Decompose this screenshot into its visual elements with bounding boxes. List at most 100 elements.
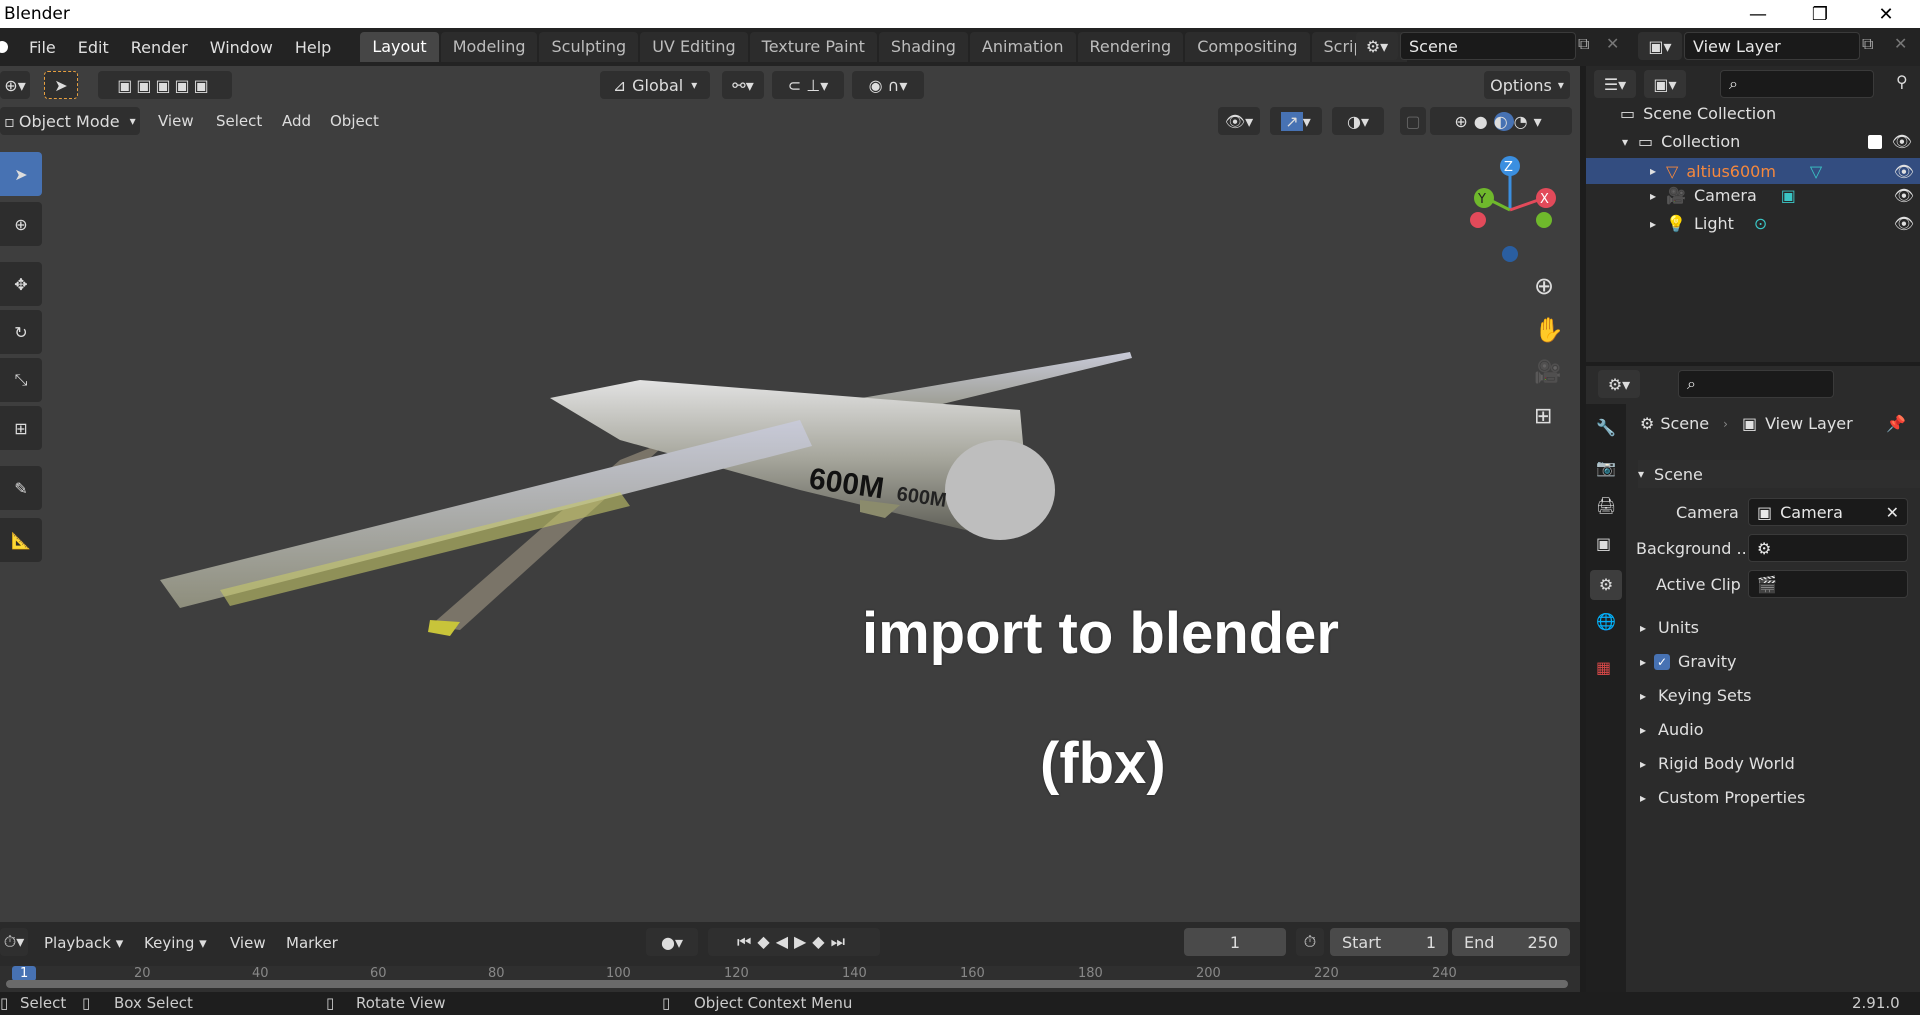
current-frame-field[interactable]: 1 xyxy=(1184,928,1286,956)
scene-panel-header[interactable]: ▾ Scene xyxy=(1638,460,1920,488)
close-window-button[interactable]: ✕ xyxy=(1866,0,1906,28)
panel-rigid-body-world[interactable]: ▸ Rigid Body World xyxy=(1640,754,1795,773)
current-frame-marker[interactable]: 1 xyxy=(12,966,37,981)
render-tab-icon[interactable]: 📷 xyxy=(1596,458,1616,477)
playback-controls[interactable]: ⏮◆◀▶◆⏭ xyxy=(708,928,880,956)
visibility-icon[interactable]: 👁▾ xyxy=(1218,107,1260,135)
active-clip-field[interactable]: 🎬 xyxy=(1748,570,1908,598)
outliner-scene-collection[interactable]: ▭ Scene Collection xyxy=(1620,104,1776,123)
options-dropdown[interactable]: Options ▾ xyxy=(1484,71,1570,99)
tab-texture-paint[interactable]: Texture Paint xyxy=(749,32,877,62)
outliner-collection[interactable]: ▾ ▭ Collection 👁 xyxy=(1622,132,1912,151)
tab-animation[interactable]: Animation xyxy=(969,32,1076,62)
tab-layout[interactable]: Layout xyxy=(360,32,439,62)
transform-orientation-dropdown[interactable]: ⊿ Global ▾ xyxy=(600,71,710,99)
gravity-checkbox[interactable]: ✓ xyxy=(1654,653,1671,670)
properties-editor-icon[interactable]: ⚙▾ xyxy=(1598,370,1640,398)
select-tool-icon[interactable]: ➤ xyxy=(44,71,78,99)
select-box-tool-icon[interactable]: ➤ xyxy=(0,152,42,196)
pan-hand-icon[interactable]: ✋ xyxy=(1534,316,1564,344)
ortho-grid-icon[interactable]: ⊞ xyxy=(1534,404,1552,429)
view-layer-remove-icon[interactable]: ✕ xyxy=(1894,34,1907,53)
clear-icon[interactable]: ✕ xyxy=(1886,503,1899,522)
menu-window[interactable]: Window xyxy=(199,38,284,57)
move-tool-icon[interactable]: ✥ xyxy=(0,262,42,306)
transform-tool-icon[interactable]: ⊞ xyxy=(0,406,42,450)
view-layer-copy-icon[interactable]: ⧉ xyxy=(1862,34,1873,54)
outliner-item-light[interactable]: ▸ 💡 Light ⊙ 👁 xyxy=(1586,214,1920,233)
expand-icon[interactable]: ▸ xyxy=(1650,189,1656,203)
overlays-icon[interactable]: ◑▾ xyxy=(1332,107,1384,135)
pin-icon[interactable]: 📌 xyxy=(1886,414,1906,433)
tab-shading[interactable]: Shading xyxy=(878,32,968,62)
properties-search-input[interactable]: ⌕ xyxy=(1678,370,1834,398)
outliner-search-input[interactable]: ⌕ xyxy=(1720,70,1874,98)
eye-icon[interactable]: 👁 xyxy=(1892,132,1912,151)
panel-audio[interactable]: ▸ Audio xyxy=(1640,720,1704,739)
gizmo-neg-x-handle[interactable] xyxy=(1470,212,1486,228)
menu-help[interactable]: Help xyxy=(284,38,342,57)
panel-gravity[interactable]: ▸ ✓ Gravity xyxy=(1640,652,1736,671)
gizmo-neg-z-handle[interactable] xyxy=(1502,246,1518,262)
rotate-tool-icon[interactable]: ↻ xyxy=(0,310,42,354)
timeline-menu-keying[interactable]: Keying ▾ xyxy=(144,934,207,952)
shading-mode-icons[interactable]: ⊕● ◐ ◔▾ xyxy=(1430,107,1572,135)
eye-icon[interactable]: 👁 xyxy=(1894,186,1914,205)
scene-copy-icon[interactable]: ⧉ xyxy=(1578,34,1589,54)
scene-selector-icon[interactable]: ⚙▾ xyxy=(1356,32,1398,60)
proportional-editing-icon[interactable]: ◉ ∩▾ xyxy=(852,71,924,99)
tab-modeling[interactable]: Modeling xyxy=(440,32,538,62)
display-mode-icon[interactable]: ▣▾ xyxy=(1644,70,1686,98)
timeline-menu-marker[interactable]: Marker xyxy=(286,934,338,952)
expand-icon[interactable]: ▸ xyxy=(1650,164,1656,178)
end-frame-field[interactable]: End 250 xyxy=(1452,928,1570,956)
eye-icon[interactable]: 👁 xyxy=(1894,214,1914,233)
outliner-item-altius600m[interactable]: ▸ ▽ altius600m ▽ 👁 xyxy=(1586,158,1920,184)
tool-tab-icon[interactable]: 🔧 xyxy=(1596,418,1616,437)
include-checkbox[interactable] xyxy=(1867,134,1882,149)
view-layer-selector-icon[interactable]: ▣▾ xyxy=(1638,32,1682,60)
navigation-gizmo[interactable]: Z Y X xyxy=(1460,150,1570,270)
tab-compositing[interactable]: Compositing xyxy=(1185,32,1310,62)
expand-icon[interactable]: ▾ xyxy=(1622,135,1628,149)
scene-tab-icon[interactable]: ⚙ xyxy=(1590,570,1622,600)
drone-model[interactable]: 600M 600M xyxy=(160,340,1140,640)
maximize-button[interactable]: ❐ xyxy=(1800,0,1840,28)
scene-field[interactable]: Scene xyxy=(1400,32,1576,60)
world-tab-icon[interactable]: 🌐 xyxy=(1596,612,1616,631)
xray-icon[interactable]: ▢ xyxy=(1400,107,1426,135)
tab-sculpting[interactable]: Sculpting xyxy=(539,32,639,62)
view-layer-field[interactable]: View Layer xyxy=(1684,32,1860,60)
viewport-menu-add[interactable]: Add xyxy=(282,112,311,130)
tab-rendering[interactable]: Rendering xyxy=(1077,32,1184,62)
camera-field[interactable]: ▣ Camera ✕ xyxy=(1748,498,1908,526)
outliner-item-camera[interactable]: ▸ 🎥 Camera ▣ 👁 xyxy=(1586,186,1920,205)
gizmo-neg-y-handle[interactable] xyxy=(1536,212,1552,228)
menu-edit[interactable]: Edit xyxy=(67,38,120,57)
selection-mode-icons[interactable]: ▣▣▣▣▣ xyxy=(98,71,232,99)
measure-tool-icon[interactable]: 📐 xyxy=(0,518,42,562)
outliner-editor-icon[interactable]: ☰▾ xyxy=(1594,70,1636,98)
camera-view-icon[interactable]: 🎥 xyxy=(1534,360,1561,385)
snapping-icon[interactable]: ⊂ ⊥▾ xyxy=(772,71,844,99)
filter-icon[interactable]: ⚲ xyxy=(1896,72,1908,91)
expand-icon[interactable]: ▸ xyxy=(1650,217,1656,231)
auto-keying-icon[interactable]: ●▾ xyxy=(646,928,698,956)
viewport-menu-object[interactable]: Object xyxy=(330,112,379,130)
mode-dropdown[interactable]: ▫ Object Mode ▾ xyxy=(0,107,140,135)
pivot-point-icon[interactable]: ⚯▾ xyxy=(722,71,764,99)
panel-custom-properties[interactable]: ▸ Custom Properties xyxy=(1640,788,1805,807)
timeline-menu-playback[interactable]: Playback ▾ xyxy=(44,934,123,952)
menu-render[interactable]: Render xyxy=(120,38,199,57)
viewport-menu-view[interactable]: View xyxy=(158,112,194,130)
scene-remove-icon[interactable]: ✕ xyxy=(1606,34,1619,53)
eye-icon[interactable]: 👁 xyxy=(1894,162,1914,181)
view-layer-tab-icon[interactable]: ▣ xyxy=(1596,534,1611,553)
background-scene-field[interactable]: ⚙ xyxy=(1748,534,1908,562)
menu-file[interactable]: File xyxy=(18,38,67,57)
timeline-scrollbar[interactable] xyxy=(6,980,1568,988)
timeline-editor-icon[interactable]: ⏱▾ xyxy=(0,928,28,956)
frame-ruler[interactable]: 1 20 40 60 80 100 120 140 160 180 200 22… xyxy=(0,966,1580,992)
timeline-menu-view[interactable]: View xyxy=(230,934,266,952)
scale-tool-icon[interactable]: ⤡ xyxy=(0,358,42,402)
